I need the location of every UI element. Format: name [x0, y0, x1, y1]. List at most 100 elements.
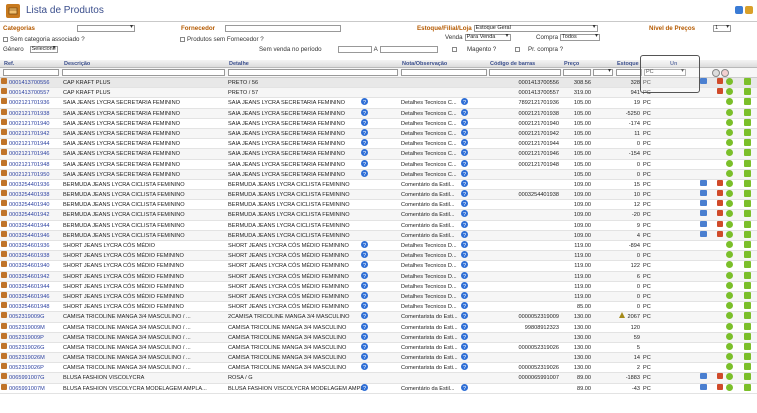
status-ok-icon[interactable]	[726, 281, 733, 289]
edit-icon[interactable]	[700, 220, 707, 227]
ref-link[interactable]: 0002121701938	[9, 109, 61, 119]
cancel-filter-icon[interactable]	[721, 69, 729, 77]
nota-info-icon[interactable]: ?	[461, 251, 468, 259]
table-row[interactable]: 0002121701944 SAIA JEANS LYCRA SECRETARIA…	[0, 139, 757, 150]
pr-compra-checkbox[interactable]	[515, 47, 520, 52]
nota-info-icon[interactable]: ?	[461, 291, 468, 299]
status-ok-icon[interactable]	[726, 363, 733, 371]
edit-icon[interactable]	[700, 230, 707, 237]
select-checkbox-icon[interactable]	[744, 98, 751, 106]
status-ok-icon[interactable]	[726, 312, 733, 320]
select-checkbox-icon[interactable]	[744, 149, 751, 157]
select-checkbox-icon[interactable]	[744, 190, 751, 198]
select-checkbox-icon[interactable]	[744, 322, 751, 330]
ref-link[interactable]: 0003254401938	[9, 190, 61, 200]
table-row[interactable]: 0003254401946 BERMUDA JEANS LYCRA CICLIST…	[0, 230, 757, 241]
product-icon[interactable]	[1, 78, 7, 84]
pdf-icon[interactable]	[717, 230, 723, 237]
ref-link[interactable]: 0052319009G	[9, 312, 61, 322]
select-checkbox-icon[interactable]	[744, 200, 751, 208]
nota-info-icon[interactable]: ?	[461, 118, 468, 126]
table-row[interactable]: 0003254601938 SHORT JEANS LYCRA CÓS MÉDIO…	[0, 251, 757, 262]
select-checkbox-icon[interactable]	[744, 169, 751, 177]
col-descricao-header[interactable]: Descrição	[64, 60, 90, 68]
product-icon[interactable]	[1, 241, 7, 247]
info-icon[interactable]: ?	[361, 108, 368, 116]
nota-info-icon[interactable]: ?	[461, 342, 468, 350]
ref-link[interactable]: 0003254601948	[9, 302, 61, 312]
product-icon[interactable]	[1, 169, 7, 176]
status-ok-icon[interactable]	[726, 139, 733, 147]
edit-icon[interactable]	[700, 190, 707, 197]
select-checkbox-icon[interactable]	[744, 139, 751, 147]
ref-link[interactable]: 0052319026G	[9, 343, 61, 353]
select-checkbox-icon[interactable]	[744, 210, 751, 218]
filter-estoque-input[interactable]	[616, 69, 642, 76]
table-row[interactable]: 0052319009M CAMISA TRICOLINE MANGA 3/4 MA…	[0, 322, 757, 333]
ref-link[interactable]: 0003254401944	[9, 221, 61, 231]
periodo-fim-input[interactable]	[379, 46, 438, 53]
table-row[interactable]: 0002121701938 SAIA JEANS LYCRA SECRETARIA…	[0, 108, 757, 119]
select-checkbox-icon[interactable]	[744, 241, 751, 248]
product-icon[interactable]	[1, 190, 7, 197]
product-icon[interactable]	[1, 363, 7, 370]
pdf-icon[interactable]	[717, 373, 723, 380]
table-row[interactable]: 0052319009G CAMISA TRICOLINE MANGA 3/4 MA…	[0, 312, 757, 323]
table-row[interactable]: 0002121701942 SAIA JEANS LYCRA SECRETARIA…	[0, 128, 757, 140]
nota-info-icon[interactable]: ?	[461, 179, 468, 187]
ref-link[interactable]: 0001413700556	[9, 78, 61, 88]
ref-link[interactable]: 0065991007G	[9, 373, 61, 383]
table-row[interactable]: 0003254601936 SHORT JEANS LYCRA CÓS MÉDIO…	[0, 241, 757, 252]
ref-link[interactable]: 0065991007M	[9, 384, 61, 394]
periodo-inicio-input[interactable]	[337, 46, 372, 53]
filter-descricao-input[interactable]	[62, 69, 225, 76]
sem-fornecedor-checkbox[interactable]	[180, 37, 185, 42]
status-ok-icon[interactable]	[726, 383, 733, 391]
select-checkbox-icon[interactable]	[744, 383, 751, 391]
status-ok-icon[interactable]	[726, 271, 733, 279]
product-icon[interactable]	[1, 302, 7, 309]
nota-info-icon[interactable]: ?	[461, 241, 468, 248]
status-ok-icon[interactable]	[726, 98, 733, 106]
status-ok-icon[interactable]	[726, 261, 733, 269]
product-icon[interactable]	[1, 383, 7, 390]
filter-preco-op-select[interactable]	[593, 69, 613, 76]
nota-info-icon[interactable]: ?	[461, 322, 468, 330]
status-ok-icon[interactable]	[726, 373, 733, 381]
ref-link[interactable]: 0003254601936	[9, 241, 61, 251]
edit-icon[interactable]	[700, 78, 707, 84]
table-row[interactable]: 0052319026G CAMISA TRICOLINE MANGA 3/4 MA…	[0, 342, 757, 354]
categorias-select[interactable]	[76, 25, 135, 32]
status-ok-icon[interactable]	[726, 149, 733, 157]
product-icon[interactable]	[1, 251, 7, 258]
table-row[interactable]: 0052319026M CAMISA TRICOLINE MANGA 3/4 MA…	[0, 353, 757, 364]
edit-icon[interactable]	[700, 383, 707, 390]
ref-link[interactable]: 0052319026M	[9, 353, 61, 363]
col-barras-header[interactable]: Código de barras	[490, 60, 535, 68]
ref-link[interactable]: 0002121701946	[9, 149, 61, 159]
ref-link[interactable]: 0003254601940	[9, 261, 61, 271]
ref-link[interactable]: 0052319009M	[9, 323, 61, 333]
pdf-icon[interactable]	[717, 200, 723, 207]
ref-link[interactable]: 0003254601938	[9, 251, 61, 261]
status-ok-icon[interactable]	[726, 291, 733, 299]
nota-info-icon[interactable]: ?	[461, 271, 468, 279]
table-row[interactable]: 0002121701940 SAIA JEANS LYCRA SECRETARIA…	[0, 118, 757, 129]
info-icon[interactable]: ?	[361, 241, 368, 248]
table-row[interactable]: 0003254401944 BERMUDA JEANS LYCRA CICLIST…	[0, 220, 757, 231]
table-row[interactable]: 0002121701948 SAIA JEANS LYCRA SECRETARIA…	[0, 159, 757, 170]
genero-select[interactable]: Selecione	[29, 46, 58, 53]
product-icon[interactable]	[1, 139, 7, 146]
ref-link[interactable]: 0052319009P	[9, 333, 61, 343]
info-icon[interactable]: ?	[361, 139, 368, 147]
magento-checkbox[interactable]	[452, 47, 457, 52]
pdf-icon[interactable]	[717, 383, 723, 390]
table-row[interactable]: 0052319009P CAMISA TRICOLINE MANGA 3/4 MA…	[0, 332, 757, 343]
table-row[interactable]: 0002121701936 SAIA JEANS LYCRA SECRETARIA…	[0, 98, 757, 109]
product-icon[interactable]	[1, 108, 7, 115]
table-row[interactable]: 0003254401940 BERMUDA JEANS LYCRA CICLIST…	[0, 200, 757, 211]
product-icon[interactable]	[1, 373, 7, 380]
info-icon[interactable]: ?	[361, 291, 368, 299]
table-row[interactable]: 0003254401938 BERMUDA JEANS LYCRA CICLIST…	[0, 190, 757, 201]
product-icon[interactable]	[1, 312, 7, 319]
